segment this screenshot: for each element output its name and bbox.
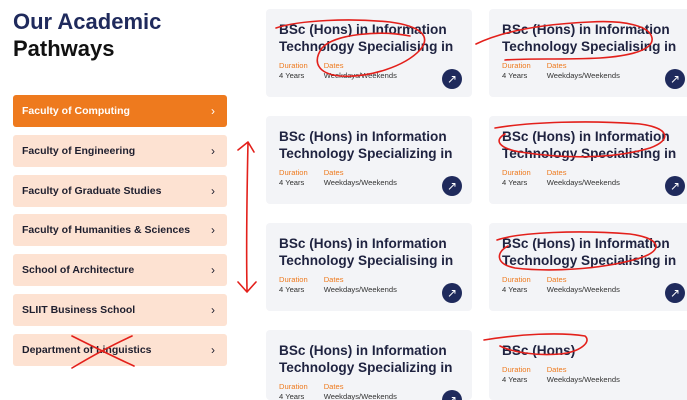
dates-value: Weekdays/Weekends [546, 375, 620, 384]
annotation-double-arrow [237, 141, 257, 293]
faculty-tab-humanities-sciences[interactable]: Faculty of Humanities & Sciences › [13, 214, 227, 247]
program-title: BSc (Hons) in Information Technology Spe… [279, 236, 454, 268]
faculty-tab-label: Faculty of Humanities & Sciences [22, 224, 191, 237]
page-title-line-1: Our Academic [13, 9, 162, 34]
faculty-tab-label: Faculty of Computing [22, 105, 130, 117]
program-card[interactable]: BSc (Hons) in Information Technology Spe… [266, 9, 472, 97]
dates-label: Dates [546, 61, 567, 70]
chevron-right-icon: › [211, 342, 215, 357]
dates-label: Dates [323, 382, 344, 391]
dates-label: Dates [323, 168, 344, 177]
faculty-tab-label: School of Architecture [22, 264, 135, 277]
program-meta: Duration 4 Years Dates Weekdays/Weekends [502, 168, 682, 188]
dates-value: Weekdays/Weekends [323, 392, 397, 400]
duration-value: 4 Years [502, 178, 528, 187]
faculty-tab-business-school[interactable]: SLIIT Business School › [13, 293, 227, 326]
duration-label: Duration [502, 61, 531, 70]
duration-label: Duration [502, 275, 531, 284]
arrow-up-right-icon[interactable]: ↗ [665, 283, 685, 303]
dates-label: Dates [546, 168, 567, 177]
duration-value: 4 Years [502, 71, 528, 80]
program-meta: Duration 4 Years Dates Weekdays/Weekends [502, 275, 682, 295]
duration-label: Duration [279, 382, 308, 391]
program-meta: Duration 4 Years Dates Weekdays/Weekends [279, 382, 459, 400]
arrow-up-right-icon[interactable]: ↗ [665, 69, 685, 89]
dates-value: Weekdays/Weekends [546, 71, 620, 80]
duration-value: 4 Years [502, 285, 528, 294]
program-card[interactable]: BSc (Hons) in Information Technology Spe… [489, 223, 687, 311]
chevron-right-icon: › [211, 183, 215, 198]
program-card[interactable]: BSc (Hons) in Information Technology Spe… [489, 116, 687, 204]
faculty-tab-computing[interactable]: Faculty of Computing › [13, 95, 227, 127]
faculty-tab-label: SLIIT Business School [22, 303, 136, 316]
dates-label: Dates [323, 275, 344, 284]
program-title: BSc (Hons) in Information Technology Spe… [279, 343, 453, 375]
dates-value: Weekdays/Weekends [546, 178, 620, 187]
arrow-up-right-icon[interactable]: ↗ [442, 283, 462, 303]
program-card[interactable]: BSc (Hons) in Information Technology Spe… [266, 116, 472, 204]
program-meta: Duration 4 Years Dates Weekdays/Weekends [502, 365, 682, 385]
duration-value: 4 Years [279, 285, 305, 294]
faculty-tab-graduate-studies[interactable]: Faculty of Graduate Studies › [13, 174, 227, 207]
duration-label: Duration [279, 275, 308, 284]
chevron-right-icon: › [211, 223, 215, 238]
page-title-line-2: Pathways [13, 36, 115, 61]
faculty-tab-list: Faculty of Computing › Faculty of Engine… [13, 95, 227, 374]
program-card[interactable]: BSc (Hons) in Information Technology Spe… [266, 223, 472, 311]
faculty-tab-label: Faculty of Engineering [22, 144, 136, 157]
duration-label: Duration [279, 61, 308, 70]
faculty-tab-label: Faculty of Graduate Studies [22, 184, 162, 197]
chevron-right-icon: › [211, 263, 215, 278]
faculty-tab-engineering[interactable]: Faculty of Engineering › [13, 134, 227, 167]
duration-label: Duration [279, 168, 308, 177]
dates-label: Dates [546, 365, 567, 374]
program-title: BSc (Hons) in Information Technology Spe… [279, 22, 454, 54]
faculty-tab-architecture[interactable]: School of Architecture › [13, 254, 227, 287]
program-card[interactable]: BSc (Hons) in Information Technology Spe… [489, 9, 687, 97]
program-meta: Duration 4 Years Dates Weekdays/Weekends [279, 61, 459, 81]
dates-value: Weekdays/Weekends [323, 285, 397, 294]
dates-value: Weekdays/Weekends [323, 178, 397, 187]
program-title: BSc (Hons) in Information Technology Spe… [502, 22, 677, 54]
program-card[interactable]: BSc (Hons) in Information Technology Spe… [266, 330, 472, 400]
page-title: Our Academic Pathways [13, 8, 161, 62]
program-title: BSc (Hons) in Information Technology Spe… [279, 129, 453, 161]
dates-value: Weekdays/Weekends [323, 71, 397, 80]
chevron-right-icon: › [211, 143, 215, 158]
program-card[interactable]: BSc (Hons) Duration 4 Years Dates Weekdays… [489, 330, 687, 400]
duration-value: 4 Years [279, 178, 305, 187]
chevron-right-icon: › [211, 302, 215, 317]
program-title: BSc (Hons) in Information Technology Spe… [502, 236, 677, 268]
program-meta: Duration 4 Years Dates Weekdays/Weekends [502, 61, 682, 81]
arrow-up-right-icon[interactable]: ↗ [442, 69, 462, 89]
program-meta: Duration 4 Years Dates Weekdays/Weekends [279, 275, 459, 295]
arrow-up-right-icon[interactable]: ↗ [442, 176, 462, 196]
duration-label: Duration [502, 168, 531, 177]
dates-label: Dates [323, 61, 344, 70]
duration-label: Duration [502, 365, 531, 374]
faculty-tab-label: Department of Linguistics [22, 343, 152, 356]
duration-value: 4 Years [279, 71, 305, 80]
arrow-up-right-icon[interactable]: ↗ [665, 176, 685, 196]
arrow-up-right-icon[interactable]: ↗ [442, 390, 462, 400]
chevron-right-icon: › [211, 104, 215, 118]
dates-value: Weekdays/Weekends [546, 285, 620, 294]
program-title: BSc (Hons) [502, 343, 576, 358]
duration-value: 4 Years [279, 392, 305, 400]
program-meta: Duration 4 Years Dates Weekdays/Weekends [279, 168, 459, 188]
dates-label: Dates [546, 275, 567, 284]
program-title: BSc (Hons) in Information Technology Spe… [502, 129, 677, 161]
faculty-tab-linguistics[interactable]: Department of Linguistics › [13, 333, 227, 366]
duration-value: 4 Years [502, 375, 528, 384]
